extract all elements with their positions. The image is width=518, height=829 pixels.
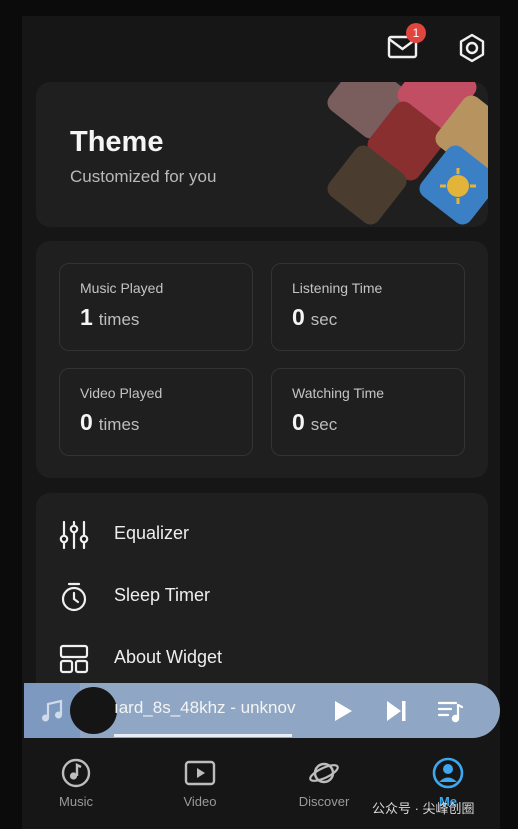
menu-item-equalizer[interactable]: Equalizer <box>58 513 458 557</box>
equalizer-icon <box>59 520 89 550</box>
planet-icon <box>309 762 339 784</box>
stat-unit: times <box>98 310 140 329</box>
stat-value: 1 <box>80 304 93 330</box>
stat-label: Video Played <box>80 385 163 401</box>
tab-discover[interactable]: Discover <box>274 756 374 816</box>
stat-music-played: Music Played 1 times <box>59 263 253 351</box>
profile-icon <box>432 757 464 789</box>
tab-label: Music <box>59 794 93 809</box>
settings-menu: Equalizer Sleep Timer About Widget <box>36 493 488 693</box>
stat-value: 0 <box>80 409 93 435</box>
tab-label: Video <box>183 794 217 809</box>
gear-icon[interactable] <box>456 32 488 64</box>
stat-listening-time: Listening Time 0 sec <box>271 263 465 351</box>
watermark: 公众号 · 尖峰创圈 <box>372 801 475 816</box>
now-playing-title[interactable]: ıard_8s_48khz - unknov <box>114 698 314 718</box>
sun-icon <box>440 168 476 204</box>
app-screen: 1 Theme Customized for you Music Played … <box>22 16 500 829</box>
playlist-icon[interactable] <box>436 697 464 725</box>
menu-item-label: Sleep Timer <box>114 585 211 605</box>
playback-progress[interactable] <box>114 734 292 737</box>
vinyl-disc <box>70 687 117 734</box>
stat-unit: sec <box>310 310 338 329</box>
stat-watching-time: Watching Time 0 sec <box>271 368 465 456</box>
mini-player[interactable]: ıard_8s_48khz - unknov <box>24 683 500 738</box>
stat-unit: times <box>98 415 140 434</box>
stats-card: Music Played 1 times Listening Time 0 sec … <box>36 241 488 478</box>
widget-icon <box>59 644 89 674</box>
stat-video-played: Video Played 0 times <box>59 368 253 456</box>
menu-item-sleep-timer[interactable]: Sleep Timer <box>58 575 458 619</box>
stat-unit: sec <box>310 415 338 434</box>
music-note-icon <box>42 699 63 722</box>
skip-next-icon[interactable] <box>382 697 410 725</box>
tab-music[interactable]: Music <box>26 756 126 816</box>
notification-badge: 1 <box>406 23 426 43</box>
menu-item-label: About Widget <box>114 647 223 667</box>
menu-item-about-widget[interactable]: About Widget <box>58 637 458 681</box>
tab-video[interactable]: Video <box>150 756 250 816</box>
stat-label: Music Played <box>80 280 164 296</box>
tab-label: Discover <box>298 794 350 809</box>
music-icon <box>61 758 91 788</box>
stat-label: Listening Time <box>292 280 383 296</box>
play-icon[interactable] <box>328 697 356 725</box>
menu-item-label: Equalizer <box>114 523 190 543</box>
theme-subtitle: Customized for you <box>70 167 217 186</box>
theme-card[interactable]: Theme Customized for you <box>36 82 488 227</box>
theme-title: Theme <box>70 126 164 158</box>
stat-label: Watching Time <box>292 385 385 401</box>
stat-value: 0 <box>292 409 305 435</box>
stat-value: 0 <box>292 304 305 330</box>
timer-icon <box>61 582 87 612</box>
video-icon <box>184 760 216 786</box>
top-bar: 1 <box>22 16 500 74</box>
